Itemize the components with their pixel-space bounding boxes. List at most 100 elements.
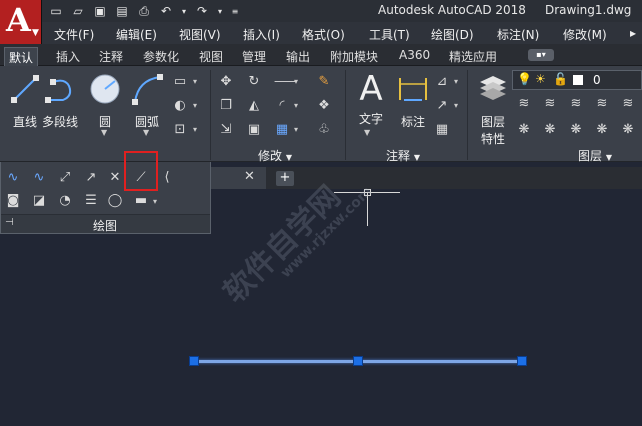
layer-isolate-icon[interactable]: ≋	[568, 96, 584, 112]
tab-a360[interactable]: A360	[395, 47, 434, 66]
spline-cv-icon[interactable]: ∿	[31, 170, 47, 186]
tab-manage[interactable]: 管理	[238, 47, 270, 66]
dimension-dropdown-icon[interactable]: ▾	[454, 77, 458, 86]
array-dropdown-icon[interactable]: ▾	[294, 125, 298, 134]
layer-previous-icon[interactable]: ≋	[542, 96, 558, 112]
menu-file[interactable]: 文件(F)	[54, 26, 94, 43]
application-menu-button[interactable]: A ▼	[0, 0, 42, 44]
annotation-panel-title[interactable]: 注释 ▼	[386, 147, 420, 163]
stretch-icon[interactable]: ⇲	[218, 122, 234, 138]
table-icon[interactable]: ▦	[434, 122, 450, 138]
trim-icon[interactable]: ⸺	[274, 74, 296, 90]
line-grip-start[interactable]	[189, 356, 199, 366]
menu-edit[interactable]: 编辑(E)	[116, 26, 157, 43]
line-grip-end[interactable]	[517, 356, 527, 366]
customize-qat-icon[interactable]: ≡	[230, 3, 240, 19]
rectangle-dropdown-icon[interactable]: ▾	[193, 77, 197, 86]
donut-icon[interactable]: ◔	[57, 193, 73, 209]
text-dropdown-icon[interactable]: ▼	[364, 128, 370, 137]
new-tab-button[interactable]: +	[276, 171, 294, 186]
ellipse-icon[interactable]: ◯	[107, 193, 123, 209]
redo-icon[interactable]: ↷	[194, 3, 210, 19]
tab-parametric[interactable]: 参数化	[139, 47, 183, 66]
line-tool-button[interactable]: 直线	[8, 72, 42, 130]
scale-icon[interactable]: ▣	[246, 122, 262, 138]
undo-dropdown-icon[interactable]: ▾	[180, 3, 188, 19]
save-icon[interactable]: ▣	[92, 3, 108, 19]
print-icon[interactable]: ⎙	[136, 3, 152, 19]
rectangle-icon[interactable]: ▭	[172, 74, 188, 90]
move-icon[interactable]: ✥	[218, 74, 234, 90]
menu-draw[interactable]: 绘图(D)	[431, 26, 474, 43]
tab-default[interactable]: 默认	[4, 47, 39, 66]
redo-dropdown-icon[interactable]: ▾	[216, 3, 224, 19]
circle-tool-button[interactable]: 圆 ▼	[88, 72, 122, 137]
layer-freeze-icon[interactable]: ≋	[620, 96, 636, 112]
mirror-icon[interactable]: ◭	[246, 98, 262, 114]
ribbon-minimize-button[interactable]: ▪▾	[528, 49, 554, 61]
arc-dropdown-icon[interactable]: ▼	[143, 128, 149, 137]
layer-match-icon[interactable]: ≋	[516, 96, 532, 112]
tab-view[interactable]: 视图	[195, 47, 227, 66]
block-dropdown-icon[interactable]: ▾	[153, 197, 157, 206]
tab-output[interactable]: 输出	[282, 47, 314, 66]
dimension-tool-button[interactable]: 标注	[396, 72, 430, 130]
line-grip-mid[interactable]	[353, 356, 363, 366]
explode-icon[interactable]: ❖	[316, 98, 332, 114]
menu-modify[interactable]: 修改(M)	[563, 26, 607, 43]
undo-icon[interactable]: ↶	[158, 3, 174, 19]
multiple-points-icon[interactable]: ✕	[107, 170, 123, 186]
close-icon[interactable]: ✕	[244, 169, 255, 184]
layer-on-icon[interactable]: ❋	[542, 122, 558, 138]
menu-insert[interactable]: 插入(I)	[243, 26, 280, 43]
layer-unlock-icon[interactable]: ❋	[620, 122, 636, 138]
fillet-dropdown-icon[interactable]: ▾	[294, 101, 298, 110]
menu-view[interactable]: 视图(V)	[179, 26, 221, 43]
new-file-icon[interactable]: ▭	[48, 3, 64, 19]
offset-icon[interactable]: ♧	[316, 122, 332, 138]
copy-icon[interactable]: ❐	[218, 98, 234, 114]
erase-icon[interactable]: ✎	[316, 74, 332, 90]
file-tab-drawing1[interactable]: ✕	[210, 167, 266, 189]
save-as-icon[interactable]: ▤	[114, 3, 130, 19]
tab-insert[interactable]: 插入	[52, 47, 84, 66]
leader-icon[interactable]: ↗	[434, 98, 450, 114]
open-folder-icon[interactable]: ▱	[70, 3, 86, 19]
layer-off-icon[interactable]: ❋	[516, 122, 532, 138]
wipeout-icon[interactable]: ◪	[31, 193, 47, 209]
hatch-dropdown-icon[interactable]: ▾	[193, 101, 197, 110]
tab-addins[interactable]: 附加模块	[326, 47, 382, 66]
construction-line-icon[interactable]: ⤢	[57, 170, 73, 186]
xline-icon[interactable]: ⟨	[159, 170, 175, 186]
ray-icon[interactable]: ↗	[83, 170, 99, 186]
fillet-icon[interactable]: ◜	[274, 98, 290, 114]
block-icon[interactable]: ▬	[133, 193, 149, 209]
polyline-tool-button[interactable]: 多段线	[42, 72, 78, 130]
boundary-icon[interactable]: ◙	[5, 193, 21, 209]
menu-format[interactable]: 格式(O)	[302, 26, 345, 43]
layer-dropdown[interactable]: 💡 ☀ 🔓 0	[512, 70, 642, 90]
region-dropdown-icon[interactable]: ▾	[193, 125, 197, 134]
tab-featured-apps[interactable]: 精选应用	[445, 47, 501, 66]
text-tool-button[interactable]: A 文字 ▼	[354, 72, 388, 137]
menu-tools[interactable]: 工具(T)	[369, 26, 410, 43]
hatch-icon[interactable]: ◐	[172, 98, 188, 114]
leader-dropdown-icon[interactable]: ▾	[454, 101, 458, 110]
layer-unisolate-icon[interactable]: ≋	[594, 96, 610, 112]
angular-dimension-icon[interactable]: ⊿	[434, 74, 450, 90]
rotate-icon[interactable]: ↻	[246, 74, 262, 90]
layer-thaw-icon[interactable]: ❋	[568, 122, 584, 138]
layer-panel-title[interactable]: 图层 ▼	[578, 147, 612, 163]
menu-more[interactable]: ▸	[630, 26, 636, 40]
arc-tool-button[interactable]: 圆弧 ▼	[130, 72, 164, 137]
menu-dimension[interactable]: 标注(N)	[497, 26, 539, 43]
modify-panel-title[interactable]: 修改 ▼	[258, 147, 292, 163]
divide-icon[interactable]: ☰	[83, 193, 99, 209]
region-icon[interactable]: ⊡	[172, 122, 188, 138]
array-icon[interactable]: ▦	[274, 122, 290, 138]
trim-dropdown-icon[interactable]: ▾	[294, 77, 298, 86]
circle-dropdown-icon[interactable]: ▼	[101, 128, 107, 137]
pin-icon[interactable]: ⊣	[5, 217, 14, 228]
layer-lock-icon[interactable]: ❋	[594, 122, 610, 138]
spline-fit-icon[interactable]: ∿	[5, 170, 21, 186]
